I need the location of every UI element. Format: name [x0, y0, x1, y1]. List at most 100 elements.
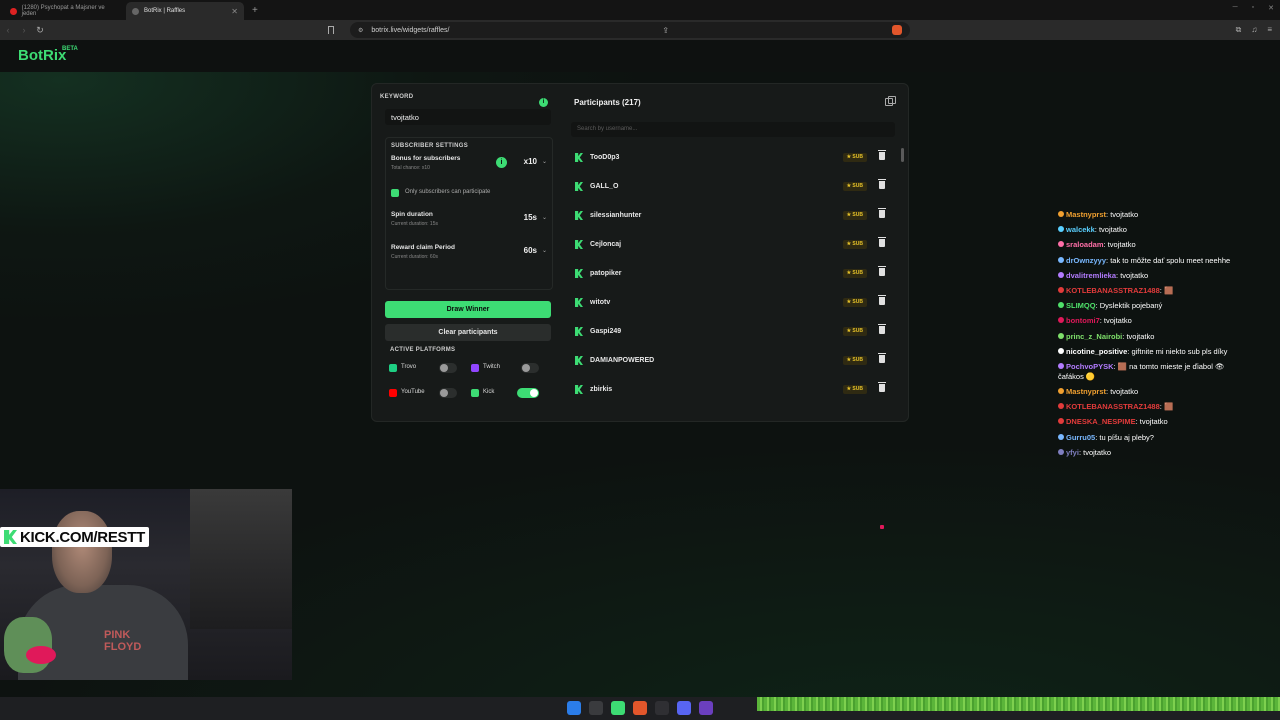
chat-text: tu píšu aj pleby?: [1099, 432, 1154, 442]
kick-channel-banner: KICK.COM/RESTT: [0, 527, 149, 547]
trash-icon[interactable]: [878, 208, 886, 218]
forward-icon[interactable]: ›: [16, 25, 32, 35]
trash-icon[interactable]: [878, 150, 886, 160]
draw-winner-button[interactable]: Draw Winner: [385, 301, 551, 318]
site-info-icon[interactable]: ⚙: [358, 27, 363, 34]
participant-username: TooD0p3: [590, 154, 620, 161]
checkbox-icon[interactable]: [391, 189, 399, 197]
platform-label: Twitch: [483, 364, 501, 370]
bookmark-icon[interactable]: [328, 26, 334, 34]
chevron-down-icon[interactable]: ⌄: [542, 214, 547, 221]
app-icon[interactable]: [699, 701, 713, 715]
info-icon[interactable]: i: [496, 157, 507, 168]
trash-icon[interactable]: [878, 266, 886, 276]
participant-username: Gaspi249: [590, 328, 622, 335]
chat-text: tvojtatko: [1098, 225, 1127, 235]
spin-subtitle: Current duration: 15s: [391, 221, 438, 227]
user-badge-icon: [1058, 286, 1064, 293]
address-bar[interactable]: ⚙ botrix.live/widgets/raffles/ ⇪: [328, 22, 910, 38]
extensions-icon[interactable]: ⧉: [1236, 25, 1242, 35]
claim-period-select[interactable]: 60s: [524, 246, 537, 255]
spin-duration-select[interactable]: 15s: [524, 213, 537, 222]
chat-message: yfyi: tvojtatko: [1058, 448, 1233, 458]
trash-icon[interactable]: [878, 295, 886, 305]
chat-message: dvalitremlieka: tvojtatko: [1058, 271, 1233, 281]
windows-start-icon[interactable]: [567, 701, 581, 715]
keyword-input[interactable]: tvojtatko: [385, 109, 551, 125]
participant-search-input[interactable]: Search by username...: [571, 122, 895, 137]
kick-icon: [575, 298, 583, 307]
chat-message: Mastnyprst: tvojtatko: [1058, 387, 1233, 397]
chat-message: KOTLEBANASSTRAZ1488: 🟫: [1058, 286, 1233, 296]
youtube-toggle[interactable]: [439, 388, 457, 398]
claim-title: Reward claim Period: [391, 244, 455, 251]
tab-title: BotRix | Raffles: [144, 8, 186, 14]
obs-icon[interactable]: [655, 701, 669, 715]
chat-message: princ_z_Nairobi: tvojtatko: [1058, 332, 1233, 342]
close-window-icon[interactable]: ✕: [1268, 4, 1274, 12]
chat-message: Gurru05: tu píšu aj pleby?: [1058, 433, 1233, 443]
discord-icon[interactable]: [677, 701, 691, 715]
bonus-select[interactable]: x10: [524, 157, 537, 166]
trash-icon[interactable]: [878, 382, 886, 392]
info-icon[interactable]: i: [539, 98, 548, 107]
platform-twitch: Twitch: [467, 358, 545, 378]
user-badge-icon: [1058, 418, 1064, 425]
browser-toolbar: ‹ › ↻ ⚙ botrix.live/widgets/raffles/ ⇪ ⧉…: [0, 20, 1280, 40]
minimize-icon[interactable]: ─: [1233, 4, 1238, 12]
browser-tab-youtube[interactable]: (1280) Psychopat a Majsner ve jeden: [4, 2, 122, 20]
platform-kick: Kick: [467, 383, 545, 403]
platform-label: YouTube: [401, 389, 425, 395]
participant-row: patopiker ★ SUB: [571, 260, 897, 289]
grass-overlay: [757, 697, 1280, 711]
kick-icon: [575, 327, 583, 336]
platform-label: Trovo: [401, 364, 417, 370]
chat-username: drOwnzyyy: [1066, 255, 1107, 265]
sub-badge: ★ SUB: [842, 385, 867, 394]
kick-icon: [575, 240, 583, 249]
chat-message: PochvoPYSK: 🟫 na tomto mieste je ďiabol …: [1058, 362, 1233, 382]
menu-icon[interactable]: ≡: [1267, 25, 1272, 35]
copy-icon[interactable]: [885, 96, 896, 106]
participant-username: zbirkis: [590, 386, 613, 393]
keyword-label: KEYWORD: [380, 94, 414, 100]
chat-text: tvojtatko: [1103, 316, 1132, 326]
reload-icon[interactable]: ↻: [32, 25, 48, 36]
media-icon[interactable]: ♫: [1251, 25, 1257, 35]
sub-badge: ★ SUB: [842, 240, 867, 249]
maximize-icon[interactable]: ▫: [1252, 4, 1254, 12]
close-tab-icon[interactable]: ✕: [231, 7, 238, 16]
participant-scrollbar[interactable]: [901, 146, 904, 416]
chevron-down-icon[interactable]: ⌄: [542, 247, 547, 254]
trash-icon[interactable]: [878, 237, 886, 247]
share-icon[interactable]: ⇪: [662, 26, 669, 35]
trovo-toggle[interactable]: [439, 363, 457, 373]
participant-row: GALL_O ★ SUB: [571, 173, 897, 202]
back-icon[interactable]: ‹: [0, 25, 16, 35]
user-badge-icon: [1058, 226, 1064, 233]
brave-browser-icon[interactable]: [633, 701, 647, 715]
new-tab-icon[interactable]: +: [244, 5, 266, 20]
spin-duration-setting: Spin duration Current duration: 15s 15s …: [391, 208, 547, 232]
botrix-logo[interactable]: BotRix BETA: [18, 46, 78, 64]
twitch-toggle[interactable]: [521, 363, 539, 373]
clear-participants-button[interactable]: Clear participants: [385, 324, 551, 341]
window-controls: ─ ▫ ✕: [1233, 4, 1274, 12]
kick-app-icon[interactable]: [611, 701, 625, 715]
browser-tab-botrix[interactable]: BotRix | Raffles ✕: [126, 2, 244, 20]
trash-icon[interactable]: [878, 353, 886, 363]
toolbar-actions: ⧉ ♫ ≡: [1236, 25, 1272, 35]
browser-tab-strip: (1280) Psychopat a Majsner ve jeden BotR…: [0, 0, 1280, 20]
trash-icon[interactable]: [878, 324, 886, 334]
trash-icon[interactable]: [878, 179, 886, 189]
kick-toggle[interactable]: [517, 388, 539, 398]
kick-icon: [575, 182, 583, 191]
sub-badge: ★ SUB: [842, 356, 867, 365]
brave-shield-icon[interactable]: [891, 25, 902, 35]
chat-text: tvojtatko: [1107, 240, 1136, 250]
taskbar-icons: [567, 701, 713, 715]
only-subscribers-checkbox[interactable]: Only subscribers can participate: [391, 186, 541, 200]
chevron-down-icon[interactable]: ⌄: [542, 158, 547, 165]
task-view-icon[interactable]: [589, 701, 603, 715]
chat-message: DNESKA_NESPIME: tvojtatko: [1058, 417, 1233, 427]
